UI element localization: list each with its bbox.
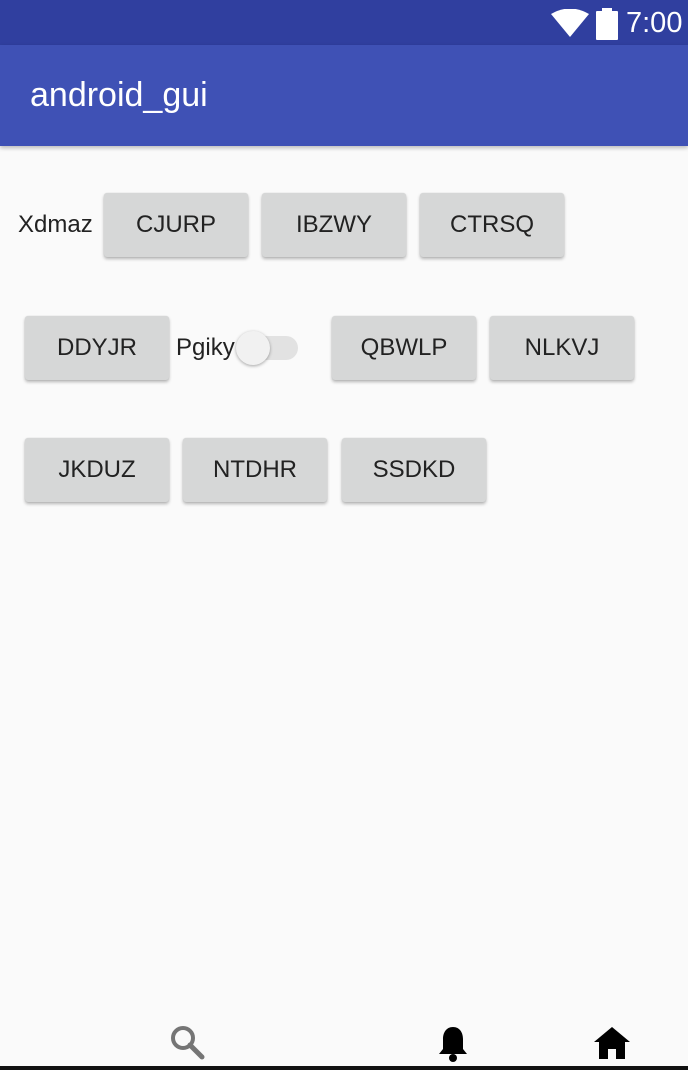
bottom-navigation [0,1016,688,1070]
xdmaz-label: Xdmaz [18,211,93,238]
bottom-divider [0,1066,688,1070]
ctrsq-button[interactable]: CTRSQ [420,193,564,257]
ibzwy-button[interactable]: IBZWY [262,193,406,257]
cjurp-button[interactable]: CJURP [104,193,248,257]
nlkvj-button[interactable]: NLKVJ [490,316,634,380]
bell-icon[interactable] [437,1025,469,1068]
battery-icon [596,8,618,45]
app-bar: android_gui [0,45,688,146]
home-icon[interactable] [594,1027,630,1064]
pgiky-switch-label: Pgiky [176,334,235,361]
wifi-icon [551,8,589,42]
ntdhr-button[interactable]: NTDHR [183,438,327,502]
ddyjr-button[interactable]: DDYJR [25,316,169,380]
status-time: 7:00 [626,7,683,39]
ssdkd-button[interactable]: SSDKD [342,438,486,502]
switch-thumb[interactable] [236,331,270,365]
status-bar: 7:00 [0,0,688,45]
qbwlp-button[interactable]: QBWLP [332,316,476,380]
search-icon[interactable] [169,1024,205,1065]
jkduz-button[interactable]: JKDUZ [25,438,169,502]
app-title: android_gui [30,76,208,114]
pgiky-switch[interactable] [236,331,300,365]
